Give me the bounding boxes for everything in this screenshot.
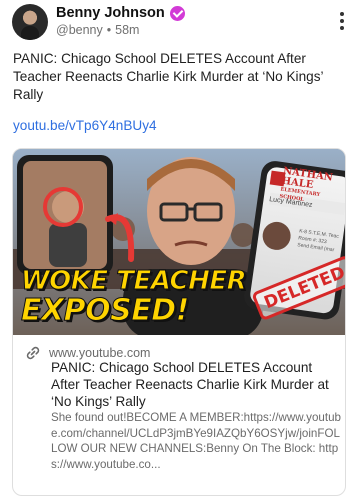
headline-line-2: EXPOSED!	[21, 293, 190, 328]
card-title[interactable]: PANIC: Chicago School DELETES Account Af…	[51, 359, 341, 410]
verified-badge-icon	[169, 5, 185, 21]
headline-line-1: WOKE TEACHER	[21, 266, 248, 296]
video-thumbnail[interactable]: NATHAN HALE ELEMENTARY SCHOOL Lucy Marti…	[13, 149, 345, 335]
meta-separator: •	[106, 23, 112, 37]
avatar[interactable]	[12, 4, 48, 40]
author-handle[interactable]: @benny	[56, 23, 103, 37]
card-description: She found out!BECOME A MEMBER:https://ww…	[51, 411, 341, 471]
post-text: PANIC: Chicago School DELETES Account Af…	[13, 51, 324, 102]
more-options-icon[interactable]	[339, 12, 345, 30]
link-preview-card[interactable]: NATHAN HALE ELEMENTARY SCHOOL Lucy Marti…	[12, 148, 346, 496]
author-name-row: Benny Johnson	[56, 4, 185, 22]
post-link[interactable]: youtu.be/vTp6Y4nBUy4	[13, 118, 157, 133]
post-time[interactable]: 58m	[115, 23, 139, 37]
link-icon	[26, 346, 40, 360]
card-domain: www.youtube.com	[49, 346, 151, 360]
post-header: Benny Johnson @benny • 58m	[12, 4, 347, 40]
thumbnail-headline: WOKE TEACHER EXPOSED!	[21, 266, 251, 328]
author-name[interactable]: Benny Johnson	[56, 5, 165, 21]
post-meta: @benny • 58m	[56, 23, 139, 37]
